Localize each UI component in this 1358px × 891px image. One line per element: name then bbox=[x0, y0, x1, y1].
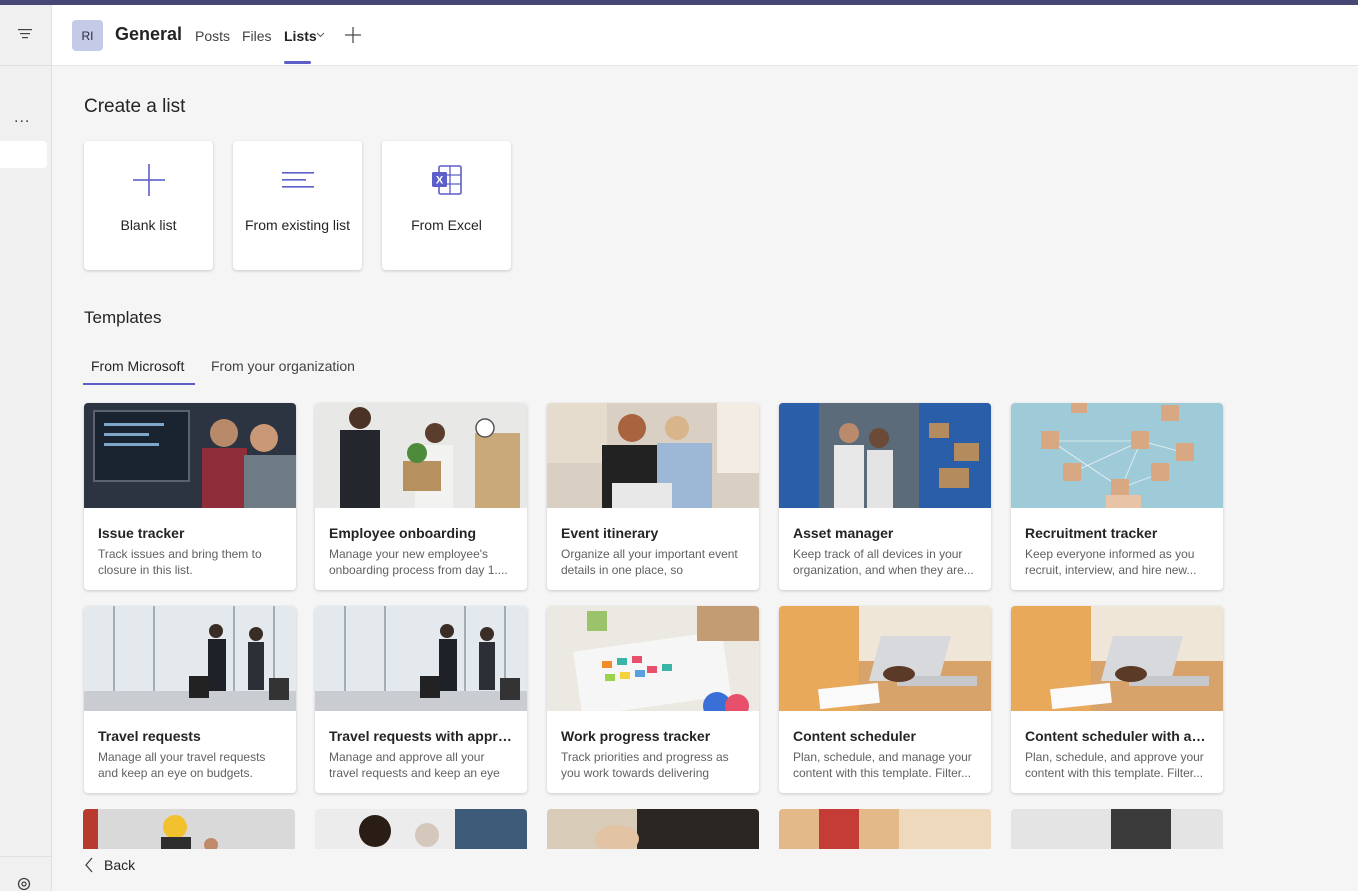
content-scheduler-approval-thumbnail bbox=[1011, 606, 1223, 711]
travel-requests-approval-thumbnail bbox=[315, 606, 527, 711]
asset-manager-thumbnail bbox=[779, 403, 991, 508]
tab-lists[interactable]: Lists bbox=[284, 28, 317, 44]
template-description: Track issues and bring them to closure i… bbox=[98, 547, 262, 577]
create-list-heading: Create a list bbox=[84, 96, 186, 117]
left-rail: ... bbox=[0, 5, 52, 891]
work-progress-tracker-thumbnail bbox=[547, 606, 759, 711]
tab-from-microsoft[interactable]: From Microsoft bbox=[91, 358, 184, 374]
template-description: Manage all your travel requests and keep… bbox=[98, 750, 266, 780]
template-description: Plan, schedule, and manage your content … bbox=[793, 750, 972, 780]
rail-bottom-divider bbox=[0, 856, 52, 857]
plus-icon bbox=[133, 164, 165, 196]
template-title: Issue tracker bbox=[98, 525, 185, 541]
template-description: Keep everyone informed as you recruit, i… bbox=[1025, 547, 1197, 577]
tab-from-your-organization[interactable]: From your organization bbox=[211, 358, 355, 374]
template-card-event-itinerary[interactable]: Event itinerary Organize all your import… bbox=[547, 403, 759, 590]
footer-bar: Back bbox=[52, 849, 1358, 891]
template-card-partial-thumbnail[interactable] bbox=[315, 809, 527, 849]
template-card-asset-manager[interactable]: Asset manager Keep track of all devices … bbox=[779, 403, 991, 590]
back-label: Back bbox=[104, 857, 136, 873]
blank-list-label: Blank list bbox=[120, 217, 177, 233]
template-title: Content scheduler bbox=[793, 728, 916, 744]
templates-tab-indicator bbox=[83, 383, 195, 385]
templates-heading: Templates bbox=[84, 308, 162, 327]
team-avatar[interactable]: RI bbox=[72, 20, 103, 51]
template-title: Event itinerary bbox=[561, 525, 659, 541]
add-tab-icon[interactable] bbox=[344, 26, 362, 44]
more-options-button[interactable]: ... bbox=[14, 109, 30, 127]
rail-divider bbox=[0, 65, 52, 66]
template-card-work-progress-tracker[interactable]: Work progress tracker Track priorities a… bbox=[547, 606, 759, 793]
from-excel-label: From Excel bbox=[411, 217, 482, 233]
template-card-recruitment-tracker[interactable]: Recruitment tracker Keep everyone inform… bbox=[1011, 403, 1223, 590]
template-card-content-scheduler[interactable]: Content scheduler Plan, schedule, and ma… bbox=[779, 606, 991, 793]
template-description: Organize all your important event detail… bbox=[561, 547, 738, 580]
template-description: Track priorities and progress as you wor… bbox=[561, 750, 729, 783]
filter-icon[interactable] bbox=[16, 27, 34, 41]
template-title: Work progress tracker bbox=[561, 728, 711, 744]
template-card-partial-thumbnail[interactable] bbox=[83, 809, 295, 849]
template-title: Employee onboarding bbox=[329, 525, 477, 541]
chevron-left-icon bbox=[85, 857, 93, 873]
tab-posts[interactable]: Posts bbox=[195, 28, 230, 44]
template-title: Travel requests bbox=[98, 728, 201, 744]
template-card-travel-requests-with-approval[interactable]: Travel requests with approv... Manage an… bbox=[315, 606, 527, 793]
content-scheduler-thumbnail bbox=[779, 606, 991, 711]
tab-files[interactable]: Files bbox=[242, 28, 272, 44]
template-description: Manage your new employee's onboarding pr… bbox=[329, 547, 508, 577]
active-tab-indicator bbox=[284, 61, 311, 64]
template-title: Asset manager bbox=[793, 525, 894, 541]
settings-icon[interactable] bbox=[15, 875, 33, 891]
template-title: Content scheduler with app... bbox=[1025, 728, 1213, 744]
svg-text:X: X bbox=[436, 175, 444, 187]
template-row-partial bbox=[83, 809, 1233, 849]
template-description: Plan, schedule, and approve your content… bbox=[1025, 750, 1204, 780]
employee-onboarding-thumbnail bbox=[315, 403, 527, 508]
recruitment-tracker-thumbnail bbox=[1011, 403, 1223, 508]
excel-icon: X bbox=[432, 165, 462, 195]
template-card-travel-requests[interactable]: Travel requests Manage all your travel r… bbox=[84, 606, 296, 793]
template-card-partial-thumbnail[interactable] bbox=[1011, 809, 1223, 849]
from-existing-list-label: From existing list bbox=[244, 217, 351, 233]
template-card-partial-thumbnail[interactable] bbox=[547, 809, 759, 849]
template-card-content-scheduler-with-approval[interactable]: Content scheduler with app... Plan, sche… bbox=[1011, 606, 1223, 793]
template-description: Manage and approve all your travel reque… bbox=[329, 750, 500, 783]
travel-requests-thumbnail bbox=[84, 606, 296, 711]
template-description: Keep track of all devices in your organi… bbox=[793, 547, 974, 577]
issue-tracker-thumbnail bbox=[84, 403, 296, 508]
template-title: Travel requests with approv... bbox=[329, 728, 517, 744]
template-card-issue-tracker[interactable]: Issue tracker Track issues and bring the… bbox=[84, 403, 296, 590]
selected-rail-item[interactable] bbox=[0, 141, 47, 168]
channel-title: General bbox=[115, 24, 183, 44]
template-card-employee-onboarding[interactable]: Employee onboarding Manage your new empl… bbox=[315, 403, 527, 590]
channel-header: RI General Posts Files Lists bbox=[52, 5, 1358, 66]
template-card-partial-thumbnail[interactable] bbox=[779, 809, 991, 849]
from-excel-button[interactable]: X From Excel bbox=[382, 141, 511, 270]
chevron-down-icon[interactable] bbox=[316, 32, 325, 38]
from-existing-list-button[interactable]: From existing list bbox=[233, 141, 362, 270]
template-title: Recruitment tracker bbox=[1025, 525, 1158, 541]
back-button[interactable]: Back bbox=[84, 857, 135, 873]
lines-icon bbox=[282, 172, 314, 188]
event-itinerary-thumbnail bbox=[547, 403, 759, 508]
blank-list-button[interactable]: Blank list bbox=[84, 141, 213, 270]
